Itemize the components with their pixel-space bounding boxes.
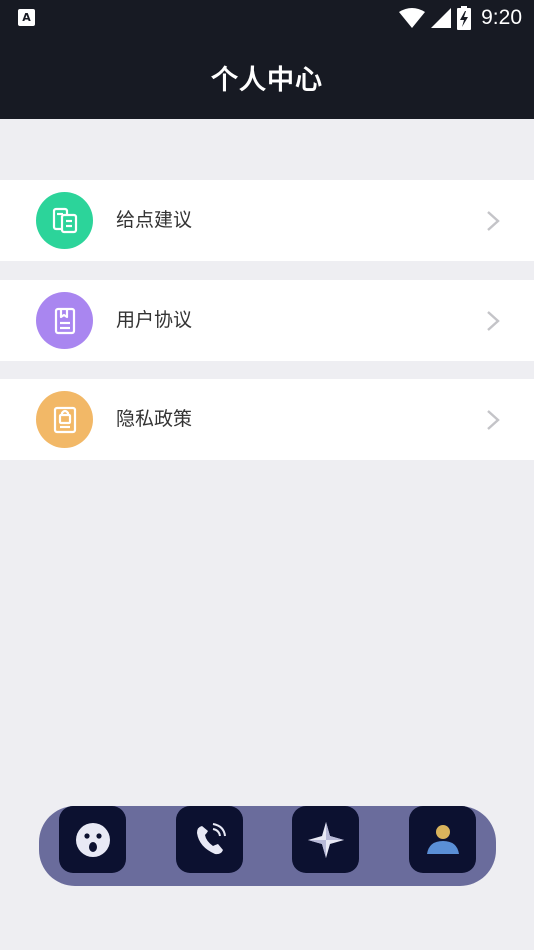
agreement-icon — [36, 292, 93, 349]
menu-item-agreement[interactable]: 用户协议 — [0, 280, 534, 361]
menu-item-label: 用户协议 — [116, 309, 193, 331]
app-notification-icon: A — [18, 9, 35, 26]
surprised-face-icon — [75, 822, 110, 857]
chevron-right-icon — [487, 410, 500, 430]
wifi-icon — [399, 8, 426, 28]
status-right-group: 9:20 — [399, 4, 522, 32]
chevron-right-icon — [487, 311, 500, 331]
battery-icon — [457, 6, 472, 30]
phone-icon — [196, 822, 226, 854]
user-profile-icon — [426, 824, 459, 854]
chevron-right-icon — [487, 211, 500, 231]
dock-button-compass[interactable] — [292, 806, 359, 873]
dock-button-phone[interactable] — [176, 806, 243, 873]
privacy-lock-icon — [36, 391, 93, 448]
dock-button-face[interactable] — [59, 806, 126, 873]
status-bar: A 9:20 — [0, 0, 534, 36]
menu-item-label: 给点建议 — [116, 209, 193, 231]
menu-item-privacy[interactable]: 隐私政策 — [0, 379, 534, 460]
signal-icon — [431, 8, 452, 28]
header-bar: A 9:20 个人中心 — [0, 0, 534, 119]
menu-item-suggestion[interactable]: 给点建议 — [0, 180, 534, 261]
app-badge-letter: A — [22, 11, 31, 24]
dock-button-profile[interactable] — [409, 806, 476, 873]
page-title: 个人中心 — [211, 65, 323, 96]
suggestion-icon — [36, 192, 93, 249]
compass-diamond-icon — [307, 821, 344, 858]
bottom-dock — [39, 806, 496, 886]
status-time: 9:20 — [481, 6, 522, 29]
menu-item-label: 隐私政策 — [116, 408, 193, 430]
